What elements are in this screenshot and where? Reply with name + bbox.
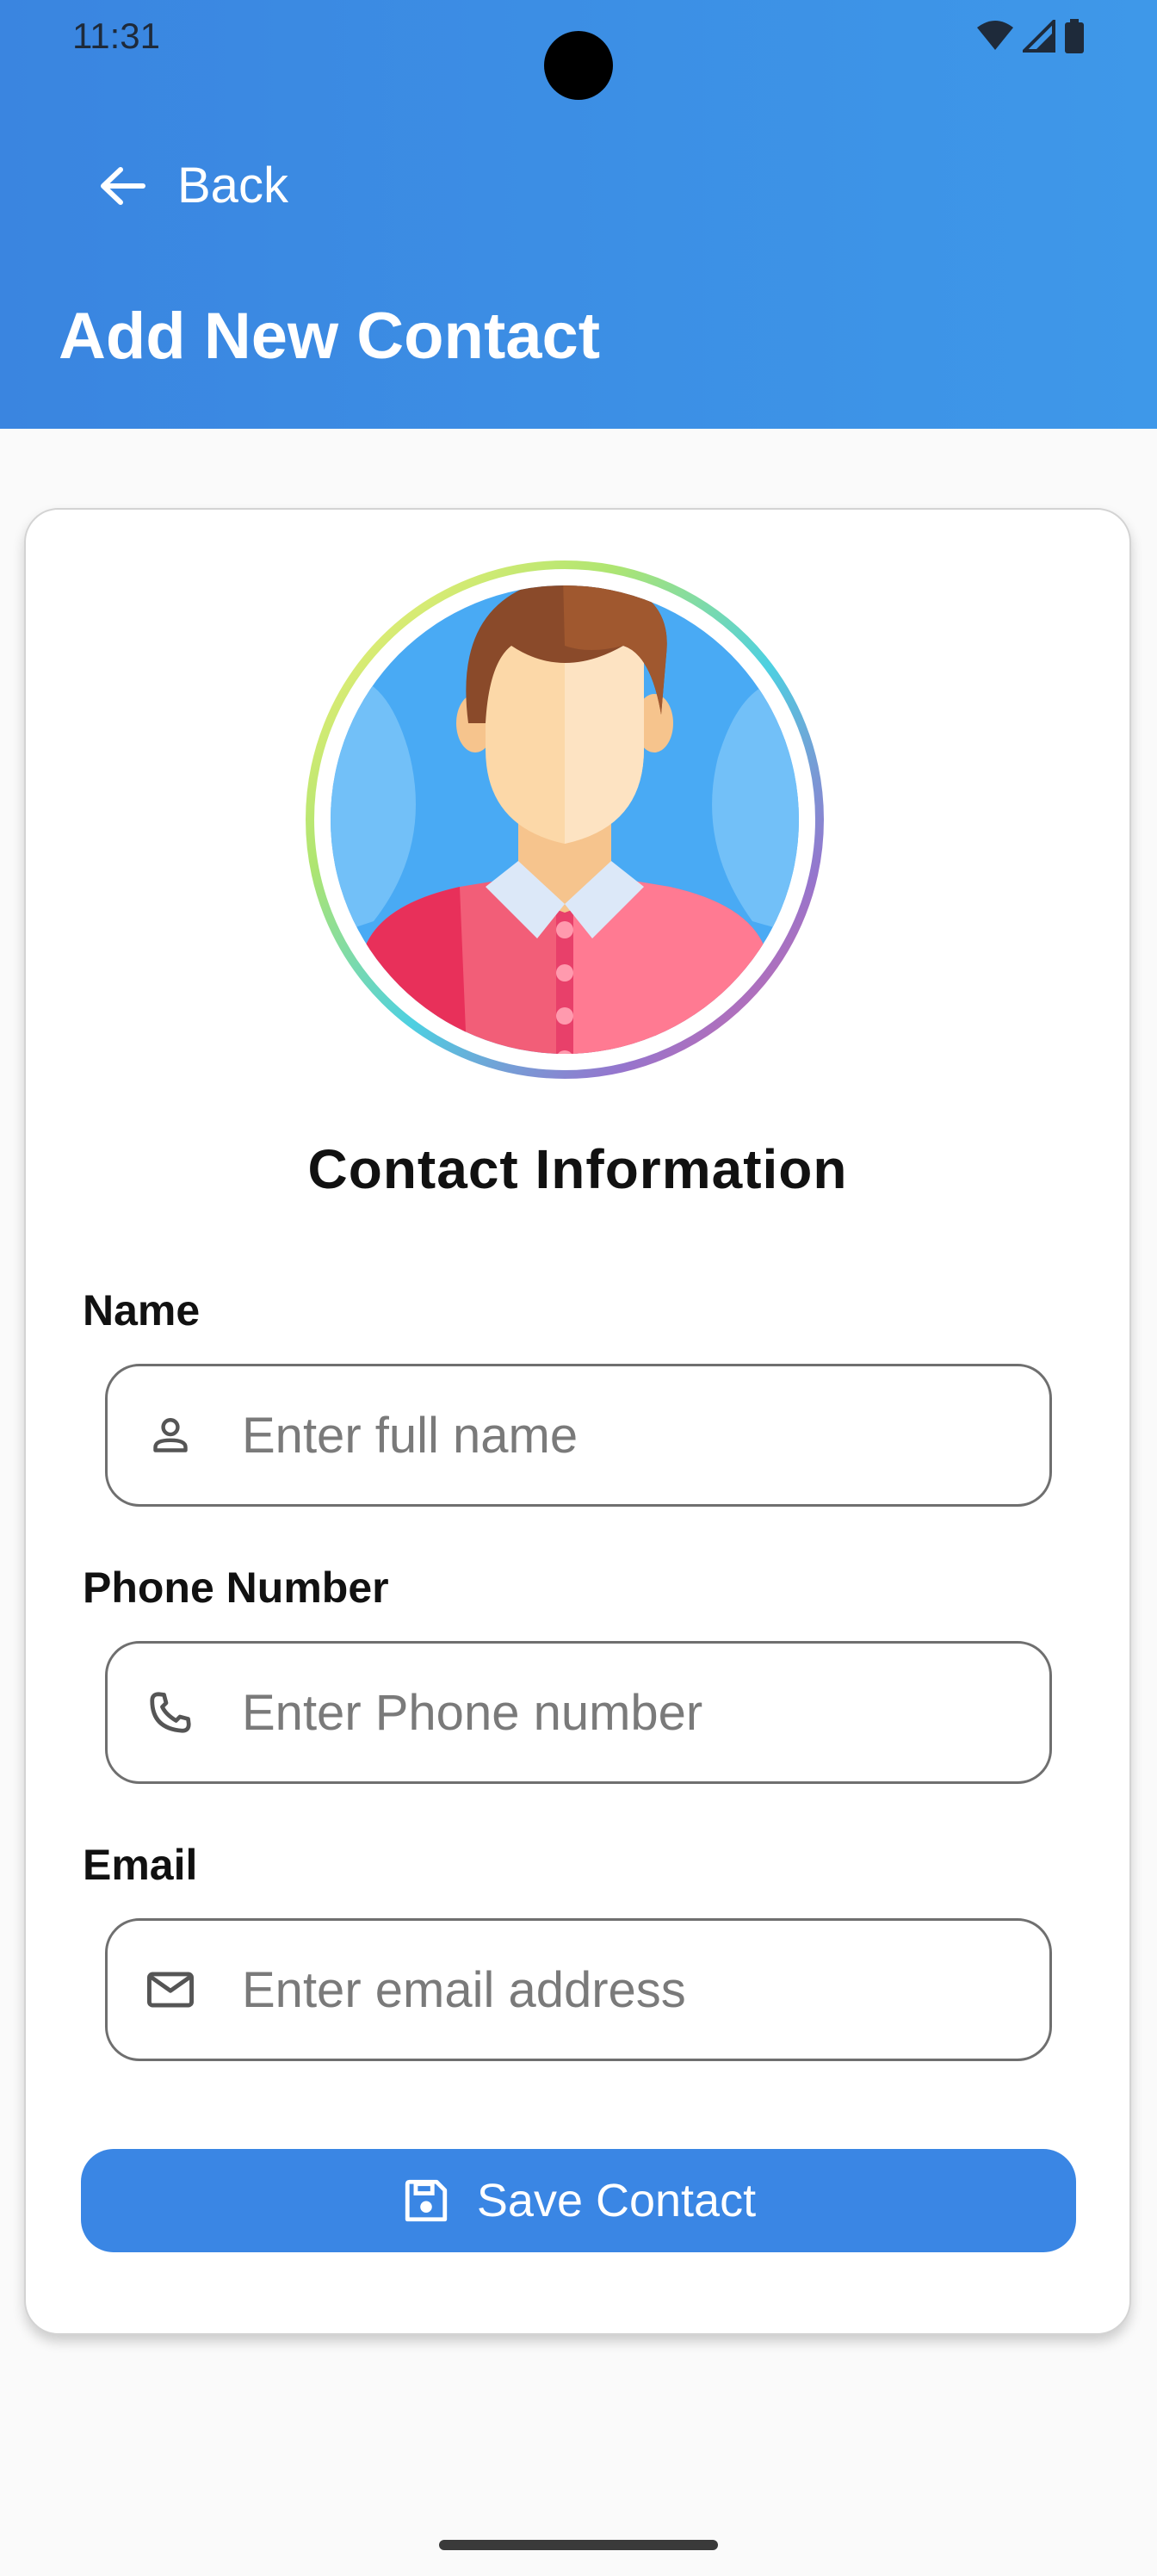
cell-signal-icon (1023, 20, 1055, 53)
phone-label: Phone Number (83, 1564, 389, 1612)
battery-icon (1065, 19, 1084, 53)
save-icon (405, 2179, 448, 2222)
arrow-back-icon (101, 167, 145, 205)
phone-icon (140, 1682, 201, 1743)
camera-cutout (544, 31, 613, 100)
name-field[interactable] (105, 1364, 1052, 1507)
name-label: Name (83, 1286, 201, 1334)
phone-field[interactable] (105, 1641, 1052, 1784)
section-title: Contact Information (307, 1138, 848, 1200)
save-label: Save Contact (476, 2175, 757, 2226)
email-label: Email (83, 1841, 198, 1889)
status-time: 11:31 (72, 15, 160, 56)
email-field[interactable] (105, 1918, 1052, 2061)
wifi-icon (977, 21, 1013, 50)
avatar-illustration (306, 560, 824, 1079)
back-label: Back (177, 158, 288, 214)
mail-icon (140, 1960, 201, 2020)
phone-input[interactable] (242, 1683, 999, 1742)
save-contact-button[interactable]: Save Contact (81, 2149, 1076, 2252)
email-input[interactable] (242, 1960, 999, 2019)
person-icon (140, 1405, 201, 1465)
contact-form-card: Contact Information Name Phone Number Em… (24, 508, 1131, 2335)
page-title: Add New Contact (59, 300, 601, 373)
app-header: 11:31 Back Add New Contact (0, 0, 1157, 429)
avatar[interactable] (305, 560, 825, 1080)
status-icons (976, 19, 1085, 53)
home-indicator[interactable] (439, 2540, 718, 2550)
name-input[interactable] (242, 1406, 999, 1464)
back-button[interactable]: Back (86, 143, 299, 229)
